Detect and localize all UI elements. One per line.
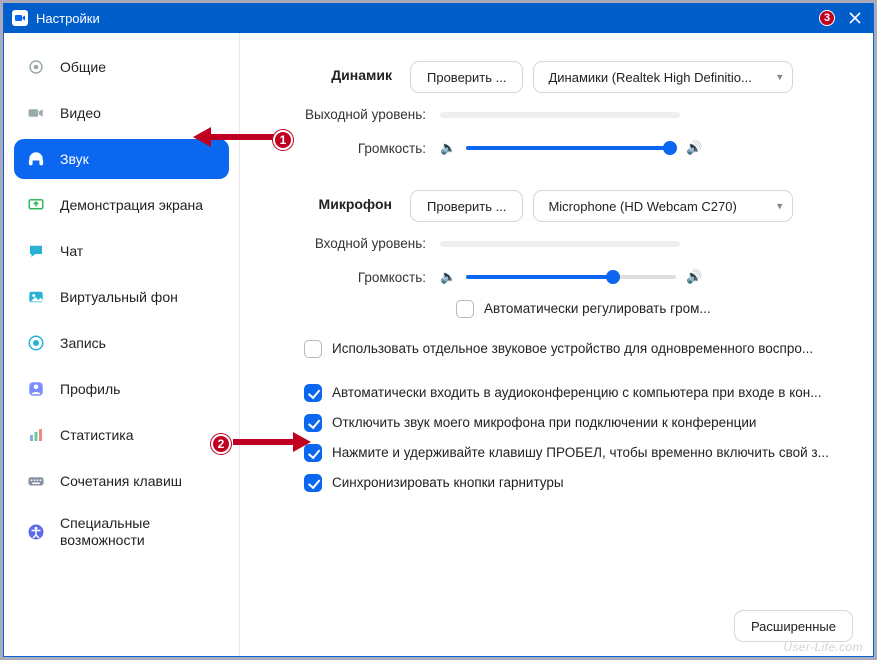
close-icon [849, 12, 861, 24]
volume-low-icon: 🔈 [440, 140, 456, 156]
sidebar-item-label: Специальные возможности [60, 515, 219, 549]
auto-join-audio-label: Автоматически входить в аудиоконференцию… [332, 383, 832, 403]
window-title: Настройки [36, 11, 819, 26]
sidebar-item-label: Видео [60, 105, 101, 122]
sidebar-item-share-screen[interactable]: Демонстрация экрана [14, 185, 229, 225]
record-icon [24, 331, 48, 355]
mute-on-join-label: Отключить звук моего микрофона при подкл… [332, 413, 832, 433]
sidebar-item-label: Виртуальный фон [60, 289, 178, 306]
sidebar-item-chat[interactable]: Чат [14, 231, 229, 271]
push-to-talk-label: Нажмите и удерживайте клавишу ПРОБЕЛ, чт… [332, 443, 832, 463]
chevron-down-icon: ▾ [777, 71, 783, 84]
sidebar-item-recording[interactable]: Запись [14, 323, 229, 363]
auto-adjust-volume-checkbox[interactable] [456, 300, 474, 318]
annotation-1: 1 [273, 130, 293, 150]
chevron-down-icon: ▾ [777, 200, 783, 213]
separate-device-label: Использовать отдельное звуковое устройст… [332, 339, 832, 359]
microphone-volume-slider[interactable] [466, 275, 676, 279]
sidebar-item-virtual-bg[interactable]: Виртуальный фон [14, 277, 229, 317]
titlebar: Настройки 3 [4, 3, 873, 33]
body: Общие Видео Звук Демонстрация экрана Чат… [4, 33, 873, 656]
chat-icon [24, 239, 48, 263]
sidebar-item-label: Чат [60, 243, 83, 260]
sidebar-item-label: Запись [60, 335, 106, 352]
volume-high-icon: 🔊 [686, 269, 702, 285]
microphone-device-select[interactable]: Microphone (HD Webcam C270) ▾ [533, 190, 793, 222]
sidebar-item-label: Демонстрация экрана [60, 197, 203, 214]
headphones-icon [24, 147, 48, 171]
output-level-label: Выходной уровень: [240, 107, 440, 122]
sync-headset-label: Синхронизировать кнопки гарнитуры [332, 473, 832, 493]
sidebar-item-shortcuts[interactable]: Сочетания клавиш [14, 461, 229, 501]
auto-adjust-volume-label: Автоматически регулировать гром... [484, 299, 744, 319]
titlebar-annotation-3: 3 [819, 10, 835, 26]
sidebar-item-accessibility[interactable]: Специальные возможности [14, 507, 229, 557]
microphone-device-value: Microphone (HD Webcam C270) [548, 199, 736, 214]
share-screen-icon [24, 193, 48, 217]
sidebar-item-profile[interactable]: Профиль [14, 369, 229, 409]
gear-icon [24, 55, 48, 79]
speaker-heading: Динамик [240, 61, 410, 93]
input-level-meter [440, 241, 680, 247]
test-microphone-button[interactable]: Проверить ... [410, 190, 523, 222]
audio-settings-panel: Динамик Проверить ... Динамики (Realtek … [240, 33, 873, 656]
image-icon [24, 285, 48, 309]
output-level-meter [440, 112, 680, 118]
annotation-1-arrow [193, 131, 275, 143]
video-icon [24, 101, 48, 125]
sidebar-item-label: Статистика [60, 427, 134, 444]
annotation-2: 2 [211, 434, 231, 454]
sidebar-item-statistics[interactable]: Статистика [14, 415, 229, 455]
sidebar-item-label: Звук [60, 151, 89, 168]
speaker-device-select[interactable]: Динамики (Realtek High Definitio... ▾ [533, 61, 793, 93]
settings-window: Настройки 3 Общие Видео Звук Демонстраци… [3, 3, 874, 657]
accessibility-icon [24, 520, 48, 544]
sidebar-item-label: Общие [60, 59, 106, 76]
annotation-2-arrow [233, 436, 311, 448]
mute-on-join-checkbox[interactable] [304, 414, 322, 432]
chart-icon [24, 423, 48, 447]
microphone-heading: Микрофон [240, 190, 410, 222]
keyboard-icon [24, 469, 48, 493]
volume-high-icon: 🔊 [686, 140, 702, 156]
profile-icon [24, 377, 48, 401]
watermark: User-Life.com [783, 640, 863, 654]
sidebar-item-label: Сочетания клавиш [60, 473, 182, 490]
app-icon [12, 10, 28, 26]
auto-join-audio-checkbox[interactable] [304, 384, 322, 402]
speaker-device-value: Динамики (Realtek High Definitio... [548, 70, 751, 85]
sync-headset-checkbox[interactable] [304, 474, 322, 492]
test-speaker-button[interactable]: Проверить ... [410, 61, 523, 93]
input-level-label: Входной уровень: [240, 236, 440, 251]
sidebar-item-label: Профиль [60, 381, 120, 398]
close-button[interactable] [843, 6, 867, 30]
volume-low-icon: 🔈 [440, 269, 456, 285]
separate-device-checkbox[interactable] [304, 340, 322, 358]
speaker-volume-slider[interactable] [466, 146, 676, 150]
microphone-volume-label: Громкость: [240, 270, 440, 285]
advanced-button[interactable]: Расширенные [734, 610, 853, 642]
sidebar-item-general[interactable]: Общие [14, 47, 229, 87]
